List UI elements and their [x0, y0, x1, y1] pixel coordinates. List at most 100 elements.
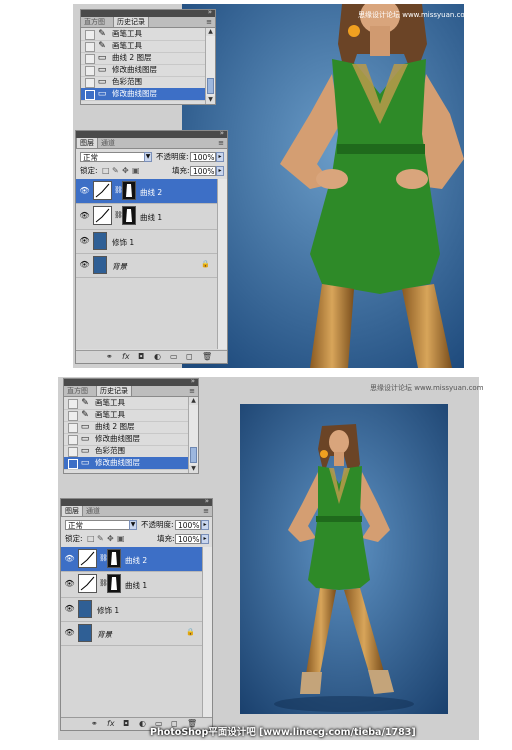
- opacity-arrow-icon[interactable]: ▸: [201, 520, 209, 530]
- tab-channels[interactable]: 通道: [83, 506, 103, 516]
- history-list: ✎ 画笔工具 ✎ 画笔工具 ▭ 曲线 2 图层 ▭ 修改曲线图层 ▭ 色彩范围 ▭ 修改曲线…: [81, 28, 215, 104]
- scroll-down-icon[interactable]: ▼: [189, 465, 198, 473]
- scroll-thumb[interactable]: [190, 447, 197, 463]
- panel-menu-icon[interactable]: ≡: [206, 18, 212, 26]
- layer-row[interactable]: 👁 背景 🔒: [76, 253, 217, 278]
- lock-label: 锁定:: [65, 534, 83, 543]
- scroll-up-icon[interactable]: ▲: [206, 28, 215, 36]
- tab-histogram[interactable]: 直方图: [64, 386, 91, 396]
- layers-bottom-bar: ⚭ fx ◘ ◐ ▭ ◻ 🗑: [76, 350, 227, 363]
- layer-row-selected[interactable]: 👁 ⛓ 曲线 2: [61, 547, 202, 572]
- collapse-icon[interactable]: »: [205, 497, 209, 505]
- fx-icon[interactable]: fx: [122, 352, 130, 361]
- adjustment-layer-icon[interactable]: ◐: [154, 352, 161, 361]
- snapshot-checkbox[interactable]: [68, 435, 78, 445]
- layer-row[interactable]: 👁 ⛓ 曲线 1: [61, 571, 202, 598]
- footer-watermark: PhotoShop平面设计吧 [www.linecg.com/tieba/178…: [150, 727, 416, 738]
- snapshot-checkbox[interactable]: [68, 423, 78, 433]
- link-layers-icon[interactable]: ⚭: [91, 719, 98, 728]
- history-scrollbar[interactable]: ▲ ▼: [205, 28, 215, 104]
- layers-scrollbar[interactable]: [202, 547, 212, 717]
- history-item-selected[interactable]: ▭ 修改曲线图层: [81, 88, 205, 101]
- panel-menu-icon[interactable]: ≡: [218, 139, 224, 147]
- collapse-icon[interactable]: »: [191, 377, 195, 385]
- snapshot-checkbox[interactable]: [85, 66, 95, 76]
- tab-history[interactable]: 历史记录: [96, 386, 132, 396]
- visibility-eye-icon[interactable]: 👁: [64, 604, 75, 613]
- fill-input[interactable]: 100%: [175, 534, 201, 544]
- snapshot-checkbox[interactable]: [68, 399, 78, 409]
- new-layer-icon[interactable]: ◻: [186, 352, 193, 361]
- scroll-thumb[interactable]: [207, 78, 214, 94]
- fill-label: 填充:: [172, 166, 190, 175]
- link-layers-icon[interactable]: ⚭: [106, 352, 113, 361]
- lock-paint-icon[interactable]: ✎: [97, 534, 104, 543]
- collapse-icon[interactable]: »: [220, 129, 224, 137]
- visibility-eye-icon[interactable]: 👁: [79, 186, 90, 195]
- document-icon: ▭: [80, 422, 90, 432]
- blend-dropdown-icon[interactable]: ▼: [144, 152, 152, 162]
- snapshot-checkbox[interactable]: [68, 411, 78, 421]
- panel-menu-icon[interactable]: ≡: [203, 507, 209, 515]
- layer-row[interactable]: 👁 ⛓ 曲线 1: [76, 203, 217, 230]
- opacity-input[interactable]: 100%: [175, 520, 201, 530]
- opacity-input[interactable]: 100%: [190, 152, 216, 162]
- curves-thumbnail: [78, 549, 97, 568]
- visibility-eye-icon[interactable]: 👁: [64, 554, 75, 563]
- scroll-down-icon[interactable]: ▼: [206, 96, 215, 104]
- earring-icon: [320, 450, 328, 458]
- panel-menu-icon[interactable]: ≡: [189, 387, 195, 395]
- visibility-eye-icon[interactable]: 👁: [79, 211, 90, 220]
- history-item-selected[interactable]: ▭ 修改曲线图层: [64, 457, 188, 470]
- tab-histogram[interactable]: 直方图: [81, 17, 108, 27]
- layer-row-selected[interactable]: 👁 ⛓ 曲线 2: [76, 179, 217, 204]
- panel-titlebar: »: [81, 8, 215, 17]
- trash-icon[interactable]: 🗑: [202, 352, 212, 361]
- layer-mask-thumbnail: [122, 206, 136, 225]
- opacity-arrow-icon[interactable]: ▸: [216, 152, 224, 162]
- lock-transparent-icon[interactable]: □: [102, 166, 110, 175]
- fill-arrow-icon[interactable]: ▸: [201, 534, 209, 544]
- layers-scrollbar[interactable]: [217, 179, 227, 349]
- history-scrollbar[interactable]: ▲ ▼: [188, 397, 198, 473]
- visibility-eye-icon[interactable]: 👁: [79, 236, 90, 245]
- tab-layers[interactable]: 图层: [76, 138, 98, 148]
- layer-row[interactable]: 👁 背景 🔒: [61, 621, 202, 646]
- tab-channels[interactable]: 通道: [98, 138, 118, 148]
- lock-move-icon[interactable]: ✥: [107, 534, 114, 543]
- tab-layers[interactable]: 图层: [61, 506, 83, 516]
- earring-icon: [348, 25, 360, 37]
- tab-history[interactable]: 历史记录: [113, 17, 149, 27]
- lock-all-icon[interactable]: ▣: [117, 534, 125, 543]
- fx-icon[interactable]: fx: [107, 719, 115, 728]
- lock-label: 锁定:: [80, 166, 98, 175]
- lock-paint-icon[interactable]: ✎: [112, 166, 119, 175]
- visibility-eye-icon[interactable]: 👁: [64, 628, 75, 637]
- blend-mode-select[interactable]: 正常: [80, 152, 148, 162]
- fill-input[interactable]: 100%: [190, 166, 216, 176]
- add-mask-icon[interactable]: ◘: [123, 719, 129, 728]
- snapshot-checkbox[interactable]: [85, 30, 95, 40]
- layer-row[interactable]: 👁 修饰 1: [76, 229, 217, 254]
- snapshot-checkbox[interactable]: [85, 90, 95, 100]
- add-mask-icon[interactable]: ◘: [138, 352, 144, 361]
- lock-all-icon[interactable]: ▣: [132, 166, 140, 175]
- visibility-eye-icon[interactable]: 👁: [79, 260, 90, 269]
- collapse-icon[interactable]: »: [208, 8, 212, 16]
- lock-move-icon[interactable]: ✥: [122, 166, 129, 175]
- blend-mode-select[interactable]: 正常: [65, 520, 133, 530]
- snapshot-checkbox[interactable]: [68, 459, 78, 469]
- fill-arrow-icon[interactable]: ▸: [216, 166, 224, 176]
- snapshot-checkbox[interactable]: [85, 54, 95, 64]
- scroll-up-icon[interactable]: ▲: [189, 397, 198, 405]
- lock-transparent-icon[interactable]: □: [87, 534, 95, 543]
- snapshot-checkbox[interactable]: [85, 78, 95, 88]
- panel-titlebar: »: [61, 497, 212, 506]
- new-group-icon[interactable]: ▭: [170, 352, 178, 361]
- snapshot-checkbox[interactable]: [68, 447, 78, 457]
- blend-dropdown-icon[interactable]: ▼: [129, 520, 137, 530]
- adjustment-layer-icon[interactable]: ◐: [139, 719, 146, 728]
- visibility-eye-icon[interactable]: 👁: [64, 579, 75, 588]
- snapshot-checkbox[interactable]: [85, 42, 95, 52]
- layer-row[interactable]: 👁 修饰 1: [61, 597, 202, 622]
